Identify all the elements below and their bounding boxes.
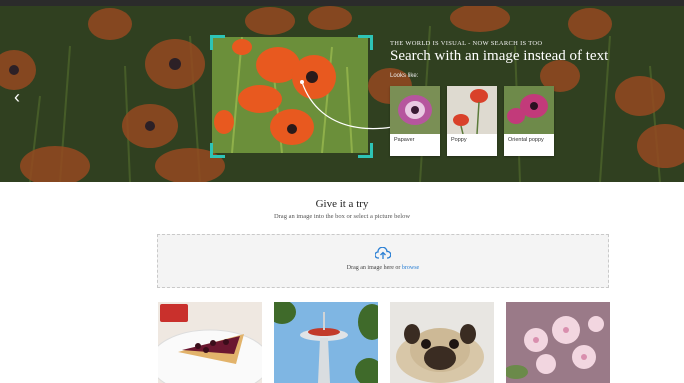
drop-zone-text: Drag an image here or browse — [158, 265, 608, 271]
browse-link[interactable]: browse — [402, 265, 419, 271]
hero-headline: Search with an image instead of text — [390, 48, 609, 64]
result-label: Poppy — [451, 137, 467, 143]
hero-eyebrow: THE WORLD IS VISUAL - NOW SEARCH IS TOO — [390, 40, 543, 47]
sample-image-pug[interactable] — [390, 302, 494, 383]
sample-image-space-needle[interactable] — [274, 302, 378, 383]
result-card-oriental-poppy[interactable]: Oriental poppy — [504, 86, 554, 156]
cloud-upload-icon — [375, 247, 391, 259]
crop-corner-icon[interactable] — [210, 143, 225, 158]
result-label: Oriental poppy — [508, 137, 544, 143]
section-title: Give it a try — [315, 198, 369, 210]
looks-like-label: Looks like: — [390, 73, 419, 79]
drop-zone-instruction: Drag an image here or — [346, 265, 401, 271]
result-label: Papaver — [394, 137, 415, 143]
result-thumbnail — [504, 86, 554, 134]
carousel-prev-arrow[interactable]: ‹ — [8, 88, 26, 106]
image-drop-zone[interactable]: Drag an image here or browse — [157, 234, 609, 288]
section-subtitle: Drag an image into the box or select a p… — [273, 213, 411, 220]
sample-image-tart[interactable] — [158, 302, 262, 383]
crop-corner-icon[interactable] — [358, 35, 373, 50]
result-thumbnail — [390, 86, 440, 134]
result-card-poppy[interactable]: Poppy — [447, 86, 497, 156]
crop-corner-icon[interactable] — [358, 143, 373, 158]
result-card-papaver[interactable]: Papaver — [390, 86, 440, 156]
result-thumbnail — [447, 86, 497, 134]
sample-image-blossom[interactable] — [506, 302, 610, 383]
crop-corner-icon[interactable] — [210, 35, 225, 50]
